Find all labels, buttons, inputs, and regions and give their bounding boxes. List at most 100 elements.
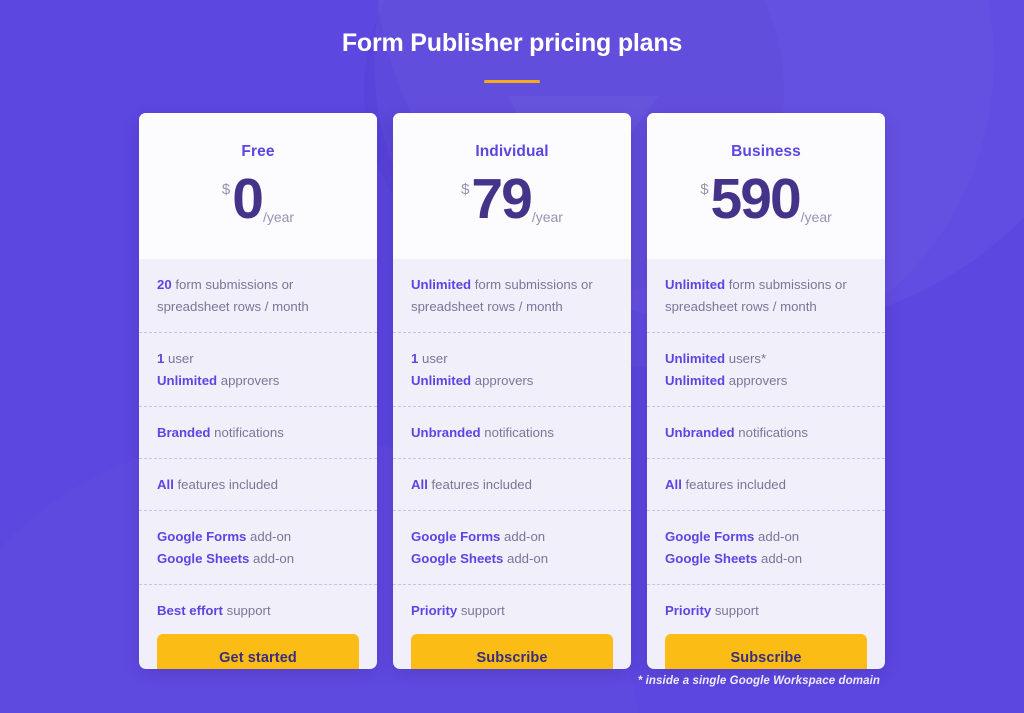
feature-highlight: Best effort [157, 603, 223, 618]
feature-google-sheets-line: Google Sheets add-on [665, 548, 867, 570]
feature-text: user [164, 351, 194, 366]
feature-submissions: Unlimited form submissions or spreadshee… [647, 259, 885, 332]
feature-addons: Google Forms add-on Google Sheets add-on [139, 510, 377, 584]
plan-card-individual: Individual $ 79 /year Unlimited form sub… [393, 113, 631, 669]
feature-highlight: Unlimited [157, 373, 218, 388]
page-title: Form Publisher pricing plans [341, 29, 683, 57]
feature-highlight: Unbranded [665, 425, 735, 440]
footnote: * inside a single Google Workspace domai… [637, 675, 880, 687]
feature-notifications: Branded notifications [139, 406, 377, 458]
feature-highlight: All [665, 477, 682, 492]
feature-users: 1 user Unlimited approvers [393, 332, 631, 406]
feature-google-sheets-line: Google Sheets add-on [157, 548, 359, 570]
feature-support: Priority support [393, 584, 631, 630]
feature-addons: Google Forms add-on Google Sheets add-on [393, 510, 631, 584]
feature-highlight: 20 [157, 277, 172, 292]
feature-google-forms-line: Google Forms add-on [665, 526, 867, 548]
feature-highlight: Unlimited [665, 277, 726, 292]
feature-highlight: Unlimited [665, 351, 726, 366]
plan-price: $ 0 /year [221, 167, 294, 231]
subscribe-button-business[interactable]: Subscribe [665, 634, 867, 669]
feature-users: Unlimited users* Unlimited approvers [647, 332, 885, 406]
feature-text: features included [681, 477, 786, 492]
feature-text: add-on [503, 551, 549, 566]
price-currency: $ [461, 181, 470, 198]
plan-header: Free $ 0 /year [139, 113, 377, 259]
price-currency: $ [700, 181, 709, 198]
plan-card-free: Free $ 0 /year 20 form submissions or sp… [139, 113, 377, 669]
price-amount: 0 [232, 167, 264, 231]
feature-text: approvers [471, 373, 534, 388]
feature-text: add-on [757, 551, 803, 566]
plan-features: Unlimited form submissions or spreadshee… [393, 259, 631, 669]
feature-highlight: Google Sheets [411, 551, 504, 566]
plan-name: Free [241, 143, 275, 160]
price-amount: 79 [471, 167, 532, 231]
feature-approvers-line: Unlimited approvers [665, 370, 867, 392]
price-amount: 590 [710, 167, 802, 231]
feature-addons: Google Forms add-on Google Sheets add-on [647, 510, 885, 584]
feature-all-features: All features included [647, 458, 885, 510]
feature-highlight: Google Forms [665, 529, 755, 544]
feature-text: features included [427, 477, 532, 492]
feature-approvers-line: Unlimited approvers [411, 370, 613, 392]
price-period: /year [800, 209, 832, 225]
plan-features: Unlimited form submissions or spreadshee… [647, 259, 885, 669]
title-divider [484, 80, 540, 83]
feature-highlight: Priority [411, 603, 458, 618]
plan-header: Individual $ 79 /year [393, 113, 631, 259]
feature-highlight: Branded [157, 425, 211, 440]
feature-highlight: Unlimited [665, 373, 726, 388]
feature-google-sheets-line: Google Sheets add-on [411, 548, 613, 570]
feature-users-line: Unlimited users* [665, 348, 867, 370]
feature-text: support [457, 603, 505, 618]
feature-text: notifications [210, 425, 284, 440]
feature-text: support [222, 603, 271, 618]
feature-highlight: Google Forms [411, 529, 501, 544]
subscribe-button-individual[interactable]: Subscribe [411, 634, 613, 669]
feature-highlight: All [157, 477, 174, 492]
feature-submissions: Unlimited form submissions or spreadshee… [393, 259, 631, 332]
feature-highlight: Unlimited [411, 373, 472, 388]
pricing-plans-container: Free $ 0 /year 20 form submissions or sp… [139, 113, 885, 669]
feature-highlight: Google Sheets [157, 551, 250, 566]
feature-highlight: Unlimited [411, 277, 472, 292]
feature-users: 1 user Unlimited approvers [139, 332, 377, 406]
plan-cta-wrapper: Subscribe [393, 630, 631, 669]
feature-text: add-on [500, 529, 546, 544]
page-header: Form Publisher pricing plans [0, 26, 1024, 83]
plan-price: $ 79 /year [461, 167, 563, 231]
feature-submissions: 20 form submissions or spreadsheet rows … [139, 259, 377, 332]
feature-google-forms-line: Google Forms add-on [157, 526, 359, 548]
get-started-button[interactable]: Get started [157, 634, 359, 669]
feature-all-features: All features included [393, 458, 631, 510]
feature-text: features included [173, 477, 278, 492]
feature-text: users* [725, 351, 767, 366]
plan-name: Business [731, 143, 801, 160]
plan-name: Individual [475, 143, 549, 160]
feature-text: approvers [217, 373, 280, 388]
feature-approvers-line: Unlimited approvers [157, 370, 359, 392]
plan-cta-wrapper: Subscribe [647, 630, 885, 669]
feature-text: approvers [725, 373, 788, 388]
feature-text: form submissions or spreadsheet rows / m… [157, 277, 309, 314]
feature-text: user [418, 351, 448, 366]
feature-notifications: Unbranded notifications [647, 406, 885, 458]
feature-notifications: Unbranded notifications [393, 406, 631, 458]
feature-users-line: 1 user [411, 348, 613, 370]
plan-header: Business $ 590 /year [647, 113, 885, 259]
price-period: /year [531, 209, 563, 225]
feature-highlight: All [411, 477, 428, 492]
feature-text: notifications [734, 425, 808, 440]
feature-text: notifications [480, 425, 554, 440]
feature-users-line: 1 user [157, 348, 359, 370]
feature-text: add-on [754, 529, 800, 544]
feature-google-forms-line: Google Forms add-on [411, 526, 613, 548]
price-currency: $ [221, 181, 231, 198]
feature-support: Best effort support [139, 584, 377, 630]
feature-support: Priority support [647, 584, 885, 630]
plan-price: $ 590 /year [700, 167, 832, 231]
plan-cta-wrapper: Get started [139, 630, 377, 669]
plan-features: 20 form submissions or spreadsheet rows … [139, 259, 377, 669]
feature-highlight: Unbranded [411, 425, 481, 440]
